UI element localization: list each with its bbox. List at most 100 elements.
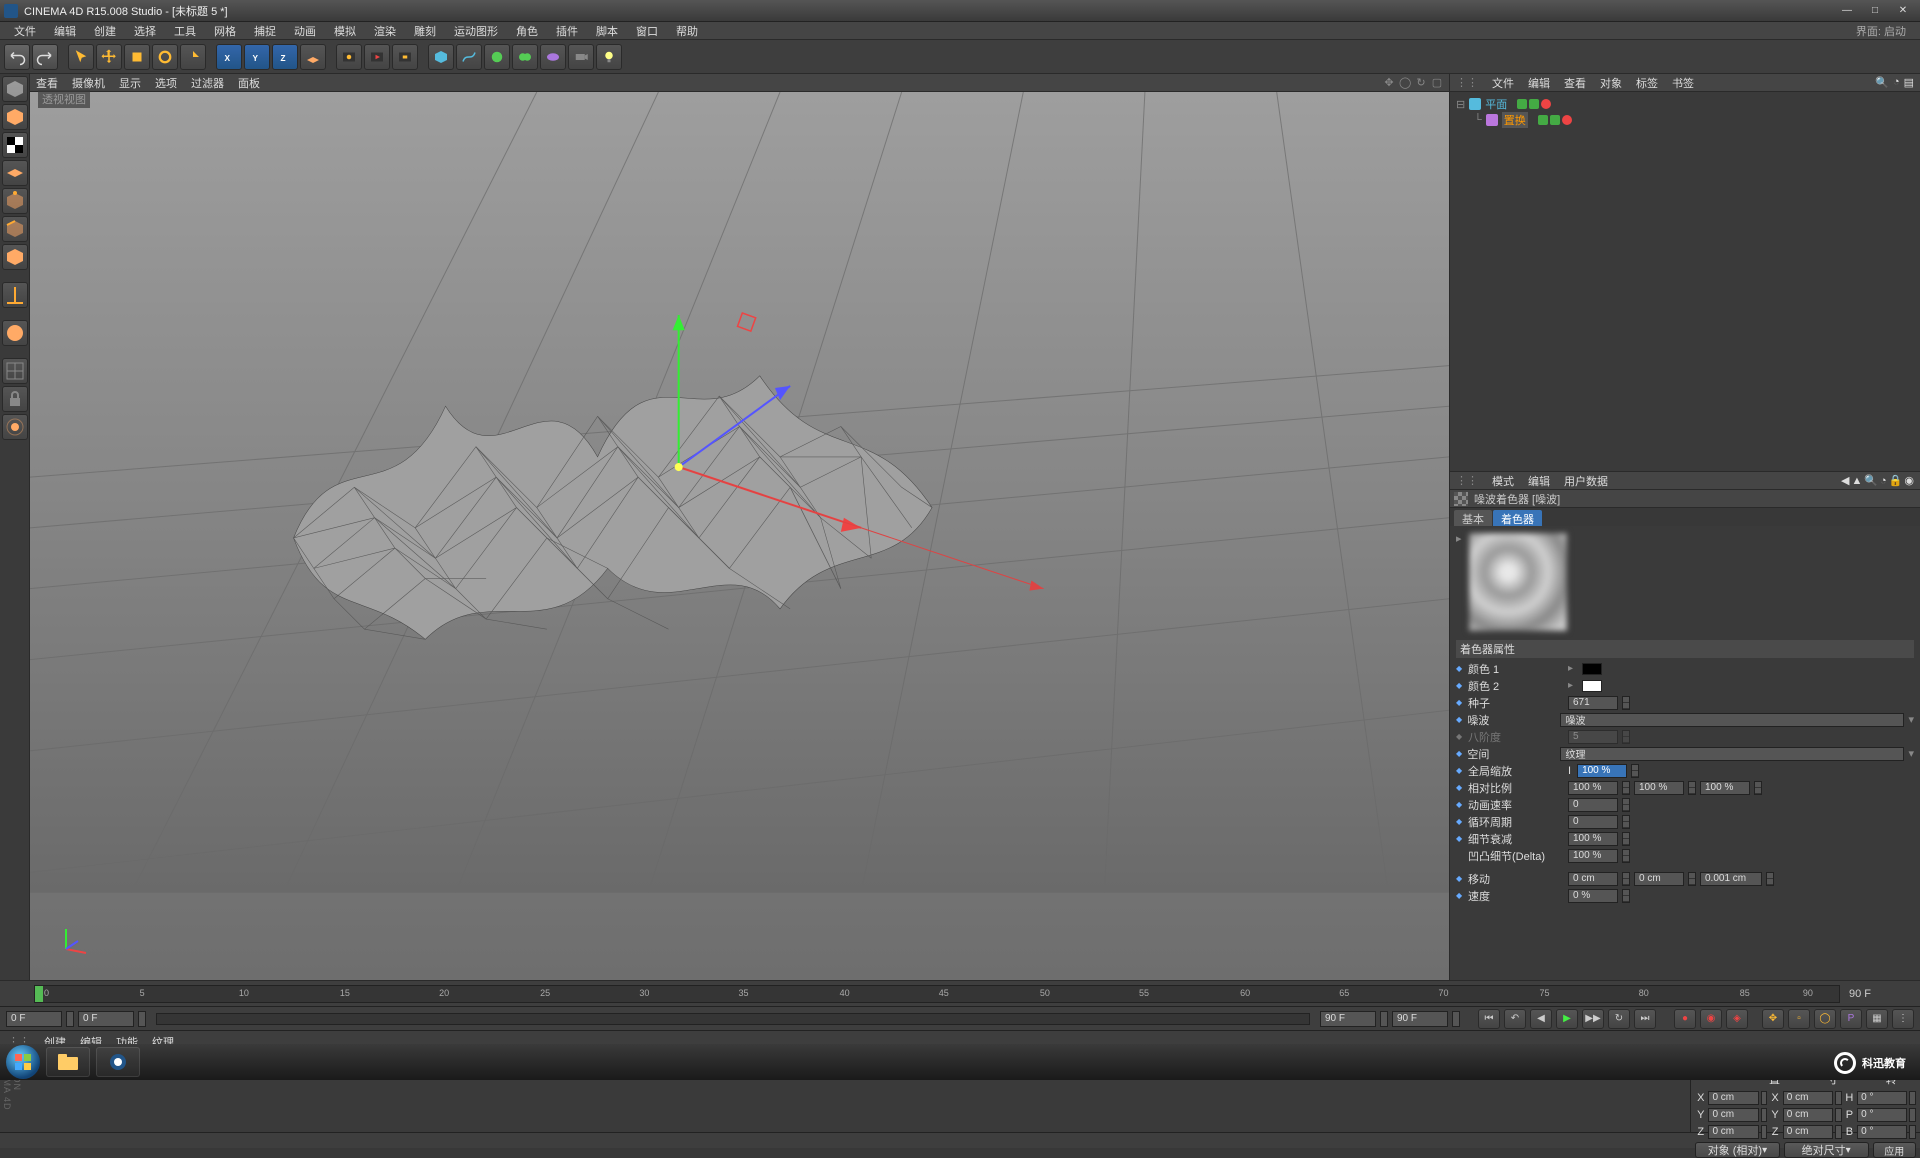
end-frame-field[interactable]: 90 F xyxy=(1320,1011,1376,1027)
om-tags[interactable]: 标签 xyxy=(1636,75,1658,91)
vp-menu-display[interactable]: 显示 xyxy=(119,75,141,91)
pos-y-field[interactable]: 0 cm xyxy=(1708,1108,1758,1122)
vp-menu-filter[interactable]: 过滤器 xyxy=(191,75,224,91)
coord-system-button[interactable] xyxy=(300,44,326,70)
noise-dropdown[interactable]: 噪波 xyxy=(1560,713,1904,727)
rot-b-field[interactable]: 0 ° xyxy=(1857,1125,1907,1139)
minimize-button[interactable]: — xyxy=(1834,3,1860,19)
vp-menu-view[interactable]: 查看 xyxy=(36,75,58,91)
range-slider[interactable] xyxy=(156,1013,1310,1025)
om-edit[interactable]: 编辑 xyxy=(1528,75,1550,91)
menu-animate[interactable]: 动画 xyxy=(286,22,324,40)
axis-x-button[interactable]: X xyxy=(216,44,242,70)
rot-h-field[interactable]: 0 ° xyxy=(1857,1091,1907,1105)
loop-button[interactable]: ↻ xyxy=(1608,1009,1630,1029)
move-y-spinner[interactable] xyxy=(1688,872,1696,886)
start-button[interactable] xyxy=(6,1045,40,1079)
viewport-canvas[interactable] xyxy=(30,92,1449,980)
menu-sculpt[interactable]: 雕刻 xyxy=(406,22,444,40)
seed-field[interactable]: 671 xyxy=(1568,696,1618,710)
om-view[interactable]: 查看 xyxy=(1564,75,1586,91)
lock-button[interactable] xyxy=(2,386,28,412)
axis-z-button[interactable]: Z xyxy=(272,44,298,70)
generator-button[interactable] xyxy=(484,44,510,70)
current-frame-field[interactable]: 0 F xyxy=(78,1011,134,1027)
total-spinner[interactable] xyxy=(1452,1011,1460,1027)
viewport-solo-button[interactable] xyxy=(2,320,28,346)
menu-help[interactable]: 帮助 xyxy=(668,22,706,40)
global-spinner[interactable] xyxy=(1631,764,1639,778)
deformer-button[interactable] xyxy=(512,44,538,70)
move-y-field[interactable]: 0 cm xyxy=(1634,872,1684,886)
key-param-button[interactable]: P xyxy=(1840,1009,1862,1029)
snap-button[interactable] xyxy=(2,358,28,384)
tree-row-plane[interactable]: ⊟ 平面 xyxy=(1456,96,1914,112)
play-button[interactable]: ▶ xyxy=(1556,1009,1578,1029)
redo-button[interactable] xyxy=(32,44,58,70)
loop-field[interactable]: 0 xyxy=(1568,815,1618,829)
soft-select-button[interactable] xyxy=(2,414,28,440)
timeline[interactable]: 0 5 10 15 20 25 30 35 40 45 50 55 60 65 … xyxy=(0,980,1920,1006)
total-frame-field[interactable]: 90 F xyxy=(1392,1011,1448,1027)
step-fwd-button[interactable]: ▶▶ xyxy=(1582,1009,1604,1029)
nav-lock-icon[interactable]: 🔒 xyxy=(1889,474,1903,487)
menu-script[interactable]: 脚本 xyxy=(588,22,626,40)
coord-size-dropdown[interactable]: 绝对尺寸 ▾ xyxy=(1784,1142,1869,1158)
render-picture-button[interactable] xyxy=(364,44,390,70)
goto-start-button[interactable]: ⏮ xyxy=(1478,1009,1500,1029)
delta-field[interactable]: 100 % xyxy=(1568,849,1618,863)
speed-field[interactable]: 0 % xyxy=(1568,889,1618,903)
nav-search-icon[interactable]: 🔍 xyxy=(1864,474,1878,487)
key-sel-button[interactable]: ⋮ xyxy=(1892,1009,1914,1029)
om-file[interactable]: 文件 xyxy=(1492,75,1514,91)
am-mode[interactable]: 模式 xyxy=(1492,473,1514,489)
move-x-field[interactable]: 0 cm xyxy=(1568,872,1618,886)
goto-end-button[interactable]: ⏭ xyxy=(1634,1009,1656,1029)
key-pla-button[interactable]: ▦ xyxy=(1866,1009,1888,1029)
coord-mode-dropdown[interactable]: 对象 (相对) ▾ xyxy=(1695,1142,1780,1158)
move-tool[interactable] xyxy=(96,44,122,70)
menu-character[interactable]: 角色 xyxy=(508,22,546,40)
rot-p-field[interactable]: 0 ° xyxy=(1857,1108,1907,1122)
select-tool[interactable] xyxy=(68,44,94,70)
am-userdata[interactable]: 用户数据 xyxy=(1564,473,1608,489)
rel-x-spinner[interactable] xyxy=(1622,781,1630,795)
edge-mode-button[interactable] xyxy=(2,216,28,242)
light-button[interactable] xyxy=(596,44,622,70)
vp-rotate-icon[interactable]: ↻ xyxy=(1415,76,1427,89)
start-frame-field[interactable]: 0 F xyxy=(6,1011,62,1027)
nav-back-icon[interactable]: ◀ xyxy=(1841,474,1849,487)
model-mode-button[interactable] xyxy=(2,104,28,130)
vp-nav-icon[interactable]: ✥ xyxy=(1383,76,1395,89)
close-button[interactable]: ✕ xyxy=(1890,3,1916,19)
menu-snap[interactable]: 捕捉 xyxy=(246,22,284,40)
menu-plugins[interactable]: 插件 xyxy=(548,22,586,40)
record-button[interactable]: ● xyxy=(1674,1009,1696,1029)
menu-simulate[interactable]: 模拟 xyxy=(326,22,364,40)
view-icon[interactable]: ▤ xyxy=(1904,76,1914,89)
size-z-field[interactable]: 0 cm xyxy=(1783,1125,1833,1139)
key-rot-button[interactable]: ◯ xyxy=(1814,1009,1836,1029)
key-scale-button[interactable]: ▫ xyxy=(1788,1009,1810,1029)
menu-tools[interactable]: 工具 xyxy=(166,22,204,40)
speed-spinner[interactable] xyxy=(1622,889,1630,903)
menu-render[interactable]: 渲染 xyxy=(366,22,404,40)
menu-create[interactable]: 创建 xyxy=(86,22,124,40)
vp-zoom-icon[interactable]: ◯ xyxy=(1399,76,1411,89)
detail-spinner[interactable] xyxy=(1622,832,1630,846)
render-settings-button[interactable] xyxy=(392,44,418,70)
start-spinner[interactable] xyxy=(66,1011,74,1027)
global-scale-field[interactable]: 100 % xyxy=(1577,764,1627,778)
menu-file[interactable]: 文件 xyxy=(6,22,44,40)
om-bookmarks[interactable]: 书签 xyxy=(1672,75,1694,91)
key-pos-button[interactable]: ✥ xyxy=(1762,1009,1784,1029)
playhead[interactable] xyxy=(35,986,43,1002)
tab-basic[interactable]: 基本 xyxy=(1454,510,1492,526)
rel-y-spinner[interactable] xyxy=(1688,781,1696,795)
size-x-field[interactable]: 0 cm xyxy=(1783,1091,1833,1105)
color2-swatch[interactable] xyxy=(1582,680,1602,692)
nav-new-icon[interactable]: ◔ xyxy=(1880,475,1887,487)
move-z-field[interactable]: 0.001 cm xyxy=(1700,872,1762,886)
recent-tool[interactable] xyxy=(180,44,206,70)
delta-spinner[interactable] xyxy=(1622,849,1630,863)
